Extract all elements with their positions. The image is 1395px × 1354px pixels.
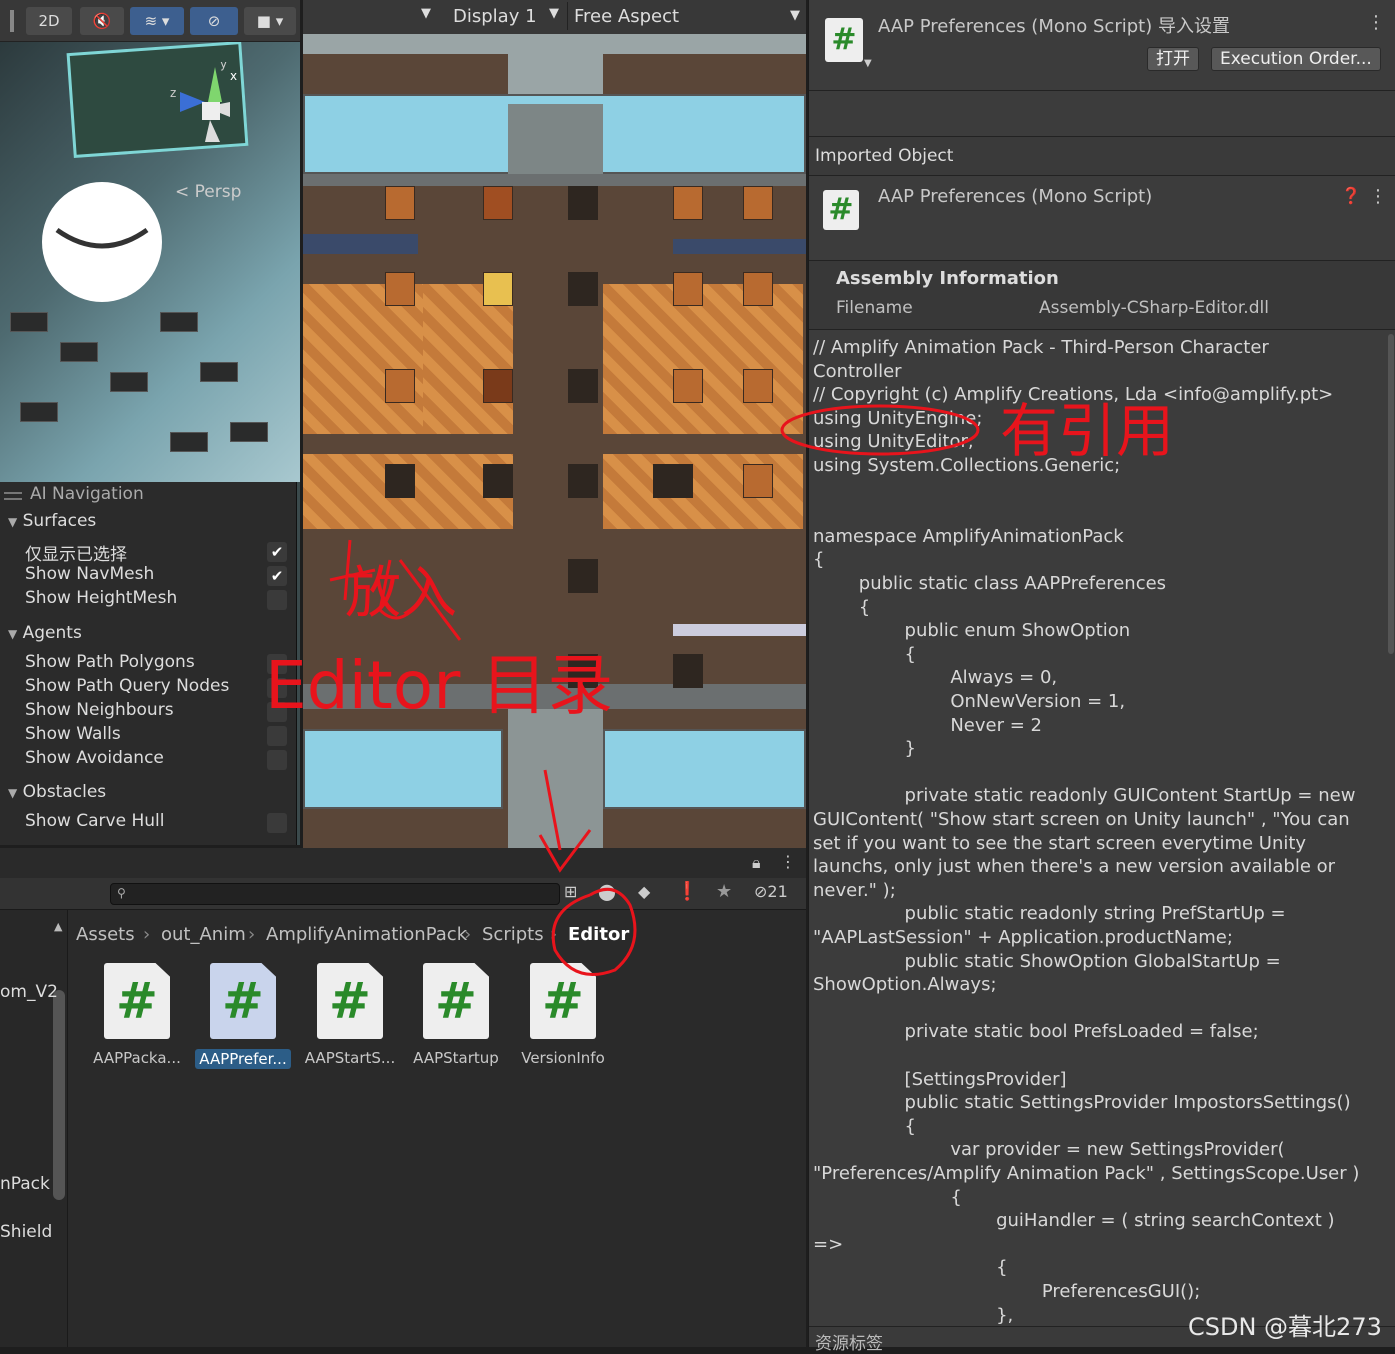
watermark: CSDN @暮北273 (1188, 1313, 1382, 1341)
annotation-put-into: 放入 (345, 561, 457, 626)
editor-folder-circle (551, 887, 637, 976)
arrow-down-icon (538, 769, 592, 873)
annotation-editor-dir: Editor 目录 (265, 647, 614, 724)
editor-using-circle (780, 404, 980, 456)
annotation-has-reference: 有引用 (1000, 397, 1175, 465)
handwritten-annotations (329, 404, 980, 976)
